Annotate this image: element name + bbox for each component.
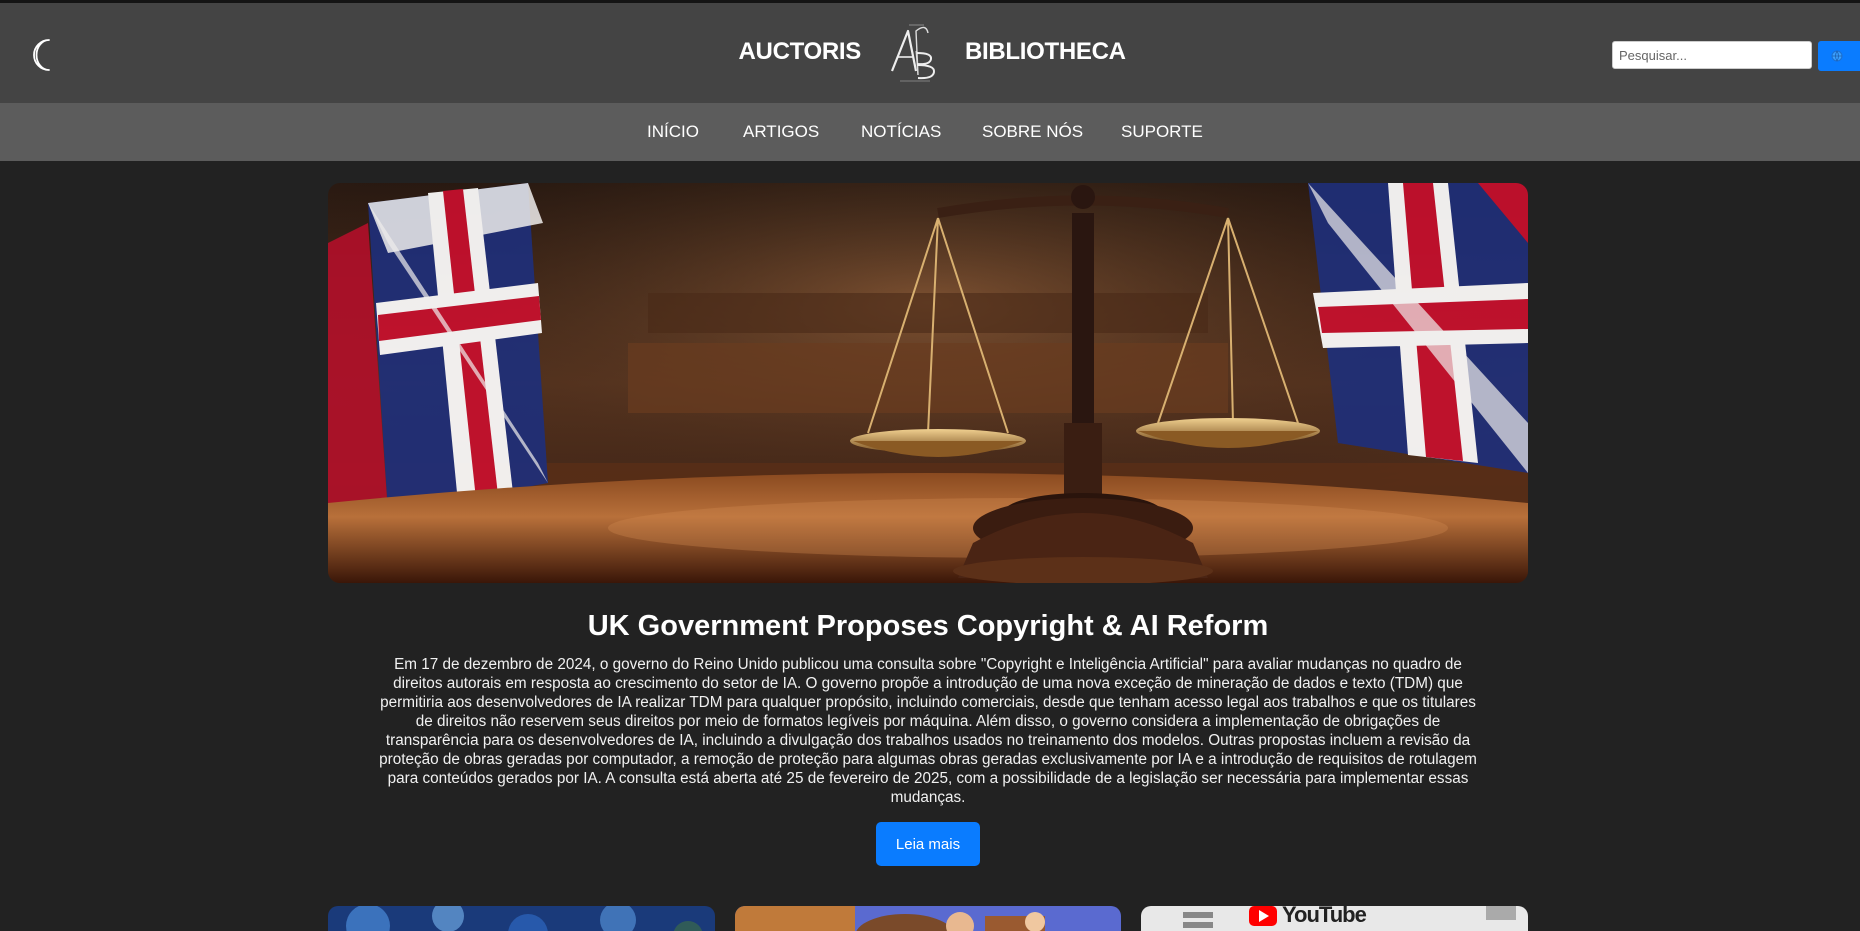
animated-characters-image <box>735 906 1121 931</box>
main-navigation: INÍCIO ARTIGOS NOTÍCIAS SOBRE NÓS SUPORT… <box>0 103 1860 161</box>
article-summary-line: Em 17 de dezembro de 2024, o governo do … <box>394 656 1462 673</box>
nav-item-noticias[interactable]: NOTÍCIAS <box>861 122 941 142</box>
blue-abstract-image <box>328 906 715 931</box>
nav-item-suporte[interactable]: SUPORTE <box>1121 122 1203 142</box>
brand-name-right: BIBLIOTHECA <box>965 38 1126 65</box>
article-summary-line: mudanças. <box>890 789 966 806</box>
search-input[interactable] <box>1612 41 1812 69</box>
site-header: AUCTORIS BIBLIOTHECA <box>0 3 1860 103</box>
nav-item-artigos[interactable]: ARTIGOS <box>743 122 819 142</box>
featured-article-image[interactable] <box>328 183 1528 583</box>
article-summary-line: para conteúdos gerados por IA. A consult… <box>387 770 1469 787</box>
nav-item-sobre-nos[interactable]: SOBRE NÓS <box>982 122 1083 142</box>
nav-item-inicio[interactable]: INÍCIO <box>647 122 699 142</box>
article-summary-line: proteção de obras geradas por computador… <box>379 751 1477 768</box>
article-card-3[interactable]: YouTube <box>1141 906 1528 931</box>
article-summary-line: permitiria aos desenvolvedores de IA rea… <box>380 694 1476 711</box>
read-more-button[interactable]: Leia mais <box>876 822 980 866</box>
search-button[interactable] <box>1818 41 1860 71</box>
article-summary-line: direitos autorais em resposta ao crescim… <box>393 675 1463 692</box>
theme-toggle-moon-icon[interactable] <box>30 37 60 73</box>
brand-name-left: AUCTORIS <box>738 38 862 65</box>
article-title: UK Government Proposes Copyright & AI Re… <box>587 610 1269 642</box>
article-summary-line: transparência para os desenvolvedores de… <box>385 732 1471 749</box>
site-logo-icon[interactable] <box>886 19 942 85</box>
brand-block: AUCTORIS BIBLIOTHECA <box>0 3 1860 103</box>
article-card-1[interactable] <box>328 906 715 931</box>
youtube-wordmark: YouTube <box>1282 906 1367 927</box>
article-summary: Em 17 de dezembro de 2024, o governo do … <box>328 655 1528 807</box>
article-card-2[interactable] <box>735 906 1121 931</box>
article-summary-line: de direitos não reservem seus direitos p… <box>415 713 1441 730</box>
